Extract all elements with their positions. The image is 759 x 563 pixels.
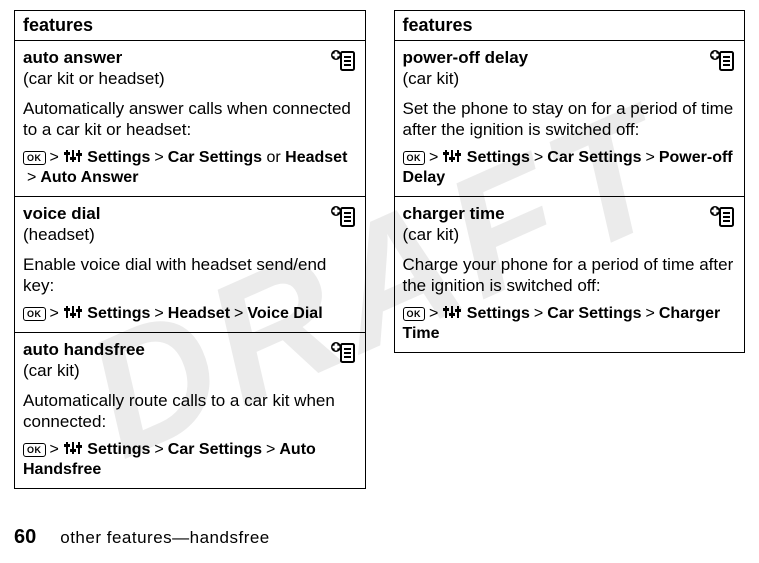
path-separator: > — [150, 149, 167, 166]
path-separator: > — [262, 441, 279, 458]
settings-slider-icon — [63, 305, 83, 322]
page: DRAFT features auto answer(car kit or he… — [0, 0, 759, 563]
feature-subtitle: (car kit) — [23, 361, 80, 380]
left-column: features auto answer (car kit or headset)… — [14, 10, 366, 489]
sim-plus-icon — [329, 49, 357, 78]
path-segment: Settings — [467, 149, 530, 166]
title-row: voice dial (headset) — [23, 203, 357, 246]
path-separator: > — [46, 305, 63, 322]
path-segment: Auto Answer — [40, 169, 138, 186]
sim-plus-icon — [708, 49, 736, 78]
feature-subtitle: (car kit) — [403, 225, 460, 244]
page-number: 60 — [14, 526, 36, 549]
sim-plus-icon — [708, 205, 736, 234]
columns: features auto answer (car kit or headset)… — [14, 10, 745, 489]
path-separator: > — [425, 149, 442, 166]
page-footer: 60 other features—handsfree — [14, 526, 270, 549]
feature-description: Enable voice dial with headset send/end … — [23, 254, 357, 297]
menu-path: OK> Settings>Car Settings>Charger Time — [403, 304, 737, 344]
path-separator: > — [46, 149, 63, 166]
path-separator: > — [23, 169, 40, 186]
feature-description: Set the phone to stay on for a period of… — [403, 98, 737, 141]
feature-subtitle: (car kit) — [403, 69, 460, 88]
path-separator: > — [150, 305, 167, 322]
column-header: features — [15, 11, 365, 41]
path-segment: Car Settings — [168, 441, 262, 458]
title-row: auto answer (car kit or headset) — [23, 47, 357, 90]
right-column: features power-off delay (car kit) Set the… — [394, 10, 746, 353]
feature-title: auto answer — [23, 48, 122, 67]
path-separator: > — [425, 305, 442, 322]
title-block: auto answer (car kit or headset) — [23, 47, 325, 90]
title-row: auto handsfree (car kit) — [23, 339, 357, 382]
menu-path: OK> Settings>Car Settings>Power-off Dela… — [403, 148, 737, 188]
feature-cell: auto answer (car kit or headset) Automatic… — [15, 41, 365, 197]
path-or: or — [266, 149, 280, 166]
path-segment: Car Settings — [547, 305, 641, 322]
feature-title: power-off delay — [403, 48, 529, 67]
path-separator: > — [46, 441, 63, 458]
feature-cell: voice dial (headset) Enable voice dial wit… — [15, 197, 365, 333]
feature-description: Charge your phone for a period of time a… — [403, 254, 737, 297]
path-segment: Car Settings — [168, 149, 262, 166]
footer-text: other features—handsfree — [60, 528, 270, 548]
feature-description: Automatically route calls to a car kit w… — [23, 390, 357, 433]
ok-key-icon: OK — [403, 151, 426, 165]
feature-cell: auto handsfree (car kit) Automatically rou… — [15, 333, 365, 488]
settings-slider-icon — [442, 305, 462, 322]
menu-path: OK> Settings>Headset>Voice Dial — [23, 304, 357, 324]
ok-key-icon: OK — [403, 307, 426, 321]
path-separator: > — [530, 149, 547, 166]
settings-slider-icon — [63, 149, 83, 166]
path-segment: Settings — [87, 149, 150, 166]
feature-title: voice dial — [23, 204, 100, 223]
title-row: power-off delay (car kit) — [403, 47, 737, 90]
path-separator: > — [530, 305, 547, 322]
feature-description: Automatically answer calls when connecte… — [23, 98, 357, 141]
ok-key-icon: OK — [23, 307, 46, 321]
menu-path: OK> Settings>Car Settings or Headset>Aut… — [23, 148, 357, 188]
path-segment: Settings — [467, 305, 530, 322]
path-segment: Settings — [87, 441, 150, 458]
path-separator: > — [230, 305, 247, 322]
settings-slider-icon — [63, 441, 83, 458]
path-segment: Headset — [168, 305, 230, 322]
path-separator: > — [642, 149, 659, 166]
title-block: voice dial (headset) — [23, 203, 325, 246]
feature-subtitle: (car kit or headset) — [23, 69, 165, 88]
path-segment: Car Settings — [547, 149, 641, 166]
path-segment: Headset — [285, 149, 347, 166]
feature-title: auto handsfree — [23, 340, 145, 359]
path-segment: Voice Dial — [247, 305, 322, 322]
title-block: power-off delay (car kit) — [403, 47, 705, 90]
ok-key-icon: OK — [23, 443, 46, 457]
settings-slider-icon — [442, 149, 462, 166]
feature-cell: charger time (car kit) Charge your phone f… — [395, 197, 745, 352]
feature-cell: power-off delay (car kit) Set the phone to… — [395, 41, 745, 197]
path-separator: > — [642, 305, 659, 322]
menu-path: OK> Settings>Car Settings>Auto Handsfree — [23, 440, 357, 480]
title-row: charger time (car kit) — [403, 203, 737, 246]
title-block: charger time (car kit) — [403, 203, 705, 246]
ok-key-icon: OK — [23, 151, 46, 165]
column-header: features — [395, 11, 745, 41]
feature-title: charger time — [403, 204, 505, 223]
path-separator: > — [150, 441, 167, 458]
sim-plus-icon — [329, 205, 357, 234]
sim-plus-icon — [329, 341, 357, 370]
feature-subtitle: (headset) — [23, 225, 95, 244]
path-segment: Settings — [87, 305, 150, 322]
title-block: auto handsfree (car kit) — [23, 339, 325, 382]
